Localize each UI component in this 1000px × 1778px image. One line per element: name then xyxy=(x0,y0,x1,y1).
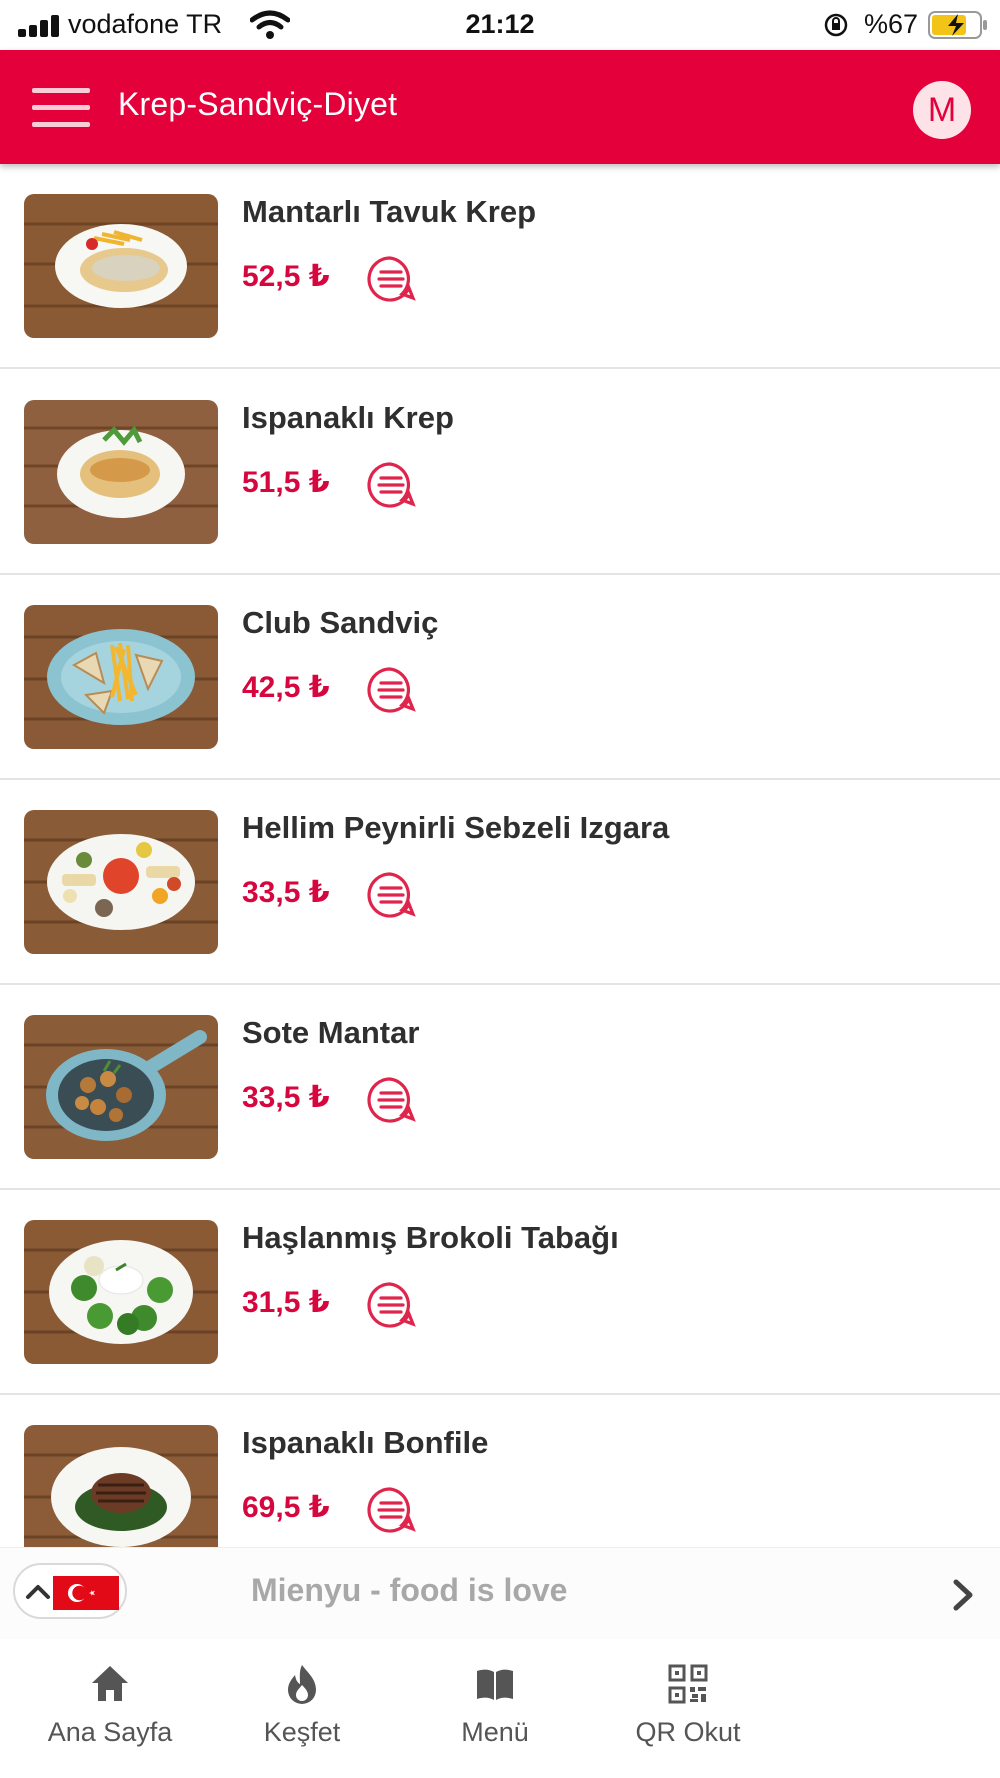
nav-label: Keşfet xyxy=(263,1717,341,1747)
menu-item[interactable]: Ispanaklı Krep 51,5 ₺ xyxy=(0,370,1000,575)
food-photo xyxy=(24,1015,218,1159)
item-name: Ispanaklı Krep xyxy=(242,400,454,435)
nav-label: QR Okut xyxy=(635,1717,741,1747)
item-details-icon[interactable] xyxy=(366,254,418,304)
turkey-flag-icon xyxy=(53,1576,119,1610)
language-selector[interactable] xyxy=(13,1563,127,1619)
menu-item[interactable]: Haşlanmış Brokoli Tabağı 31,5 ₺ xyxy=(0,1190,1000,1395)
hamburger-menu-icon[interactable] xyxy=(32,88,90,128)
nav-label: Ana Sayfa xyxy=(47,1717,173,1747)
menu-item-list: Mantarlı Tavuk Krep 52,5 ₺ Ispanaklı Kre… xyxy=(0,164,1000,1547)
menu-item[interactable]: Hellim Peynirli Sebzeli Izgara 33,5 ₺ xyxy=(0,780,1000,985)
item-name: Club Sandviç xyxy=(242,605,439,640)
menu-item[interactable]: Sote Mantar 33,5 ₺ xyxy=(0,985,1000,1190)
item-name: Mantarlı Tavuk Krep xyxy=(242,194,537,229)
nav-home[interactable]: Ana Sayfa xyxy=(10,1639,210,1778)
home-icon xyxy=(92,1666,128,1701)
nav-qr-scan[interactable]: QR Okut xyxy=(588,1639,788,1778)
menu-item[interactable]: Ispanaklı Bonfile 69,5 ₺ xyxy=(0,1395,1000,1547)
battery-charging-icon xyxy=(928,11,987,39)
food-photo xyxy=(24,810,218,954)
item-price: 51,5 ₺ xyxy=(242,466,330,499)
item-price: 33,5 ₺ xyxy=(242,876,330,909)
item-details-icon[interactable] xyxy=(366,870,418,920)
food-photo xyxy=(24,194,218,338)
item-name: Haşlanmış Brokoli Tabağı xyxy=(242,1220,619,1255)
footer-bar: Mienyu - food is love xyxy=(0,1547,1000,1639)
item-price: 69,5 ₺ xyxy=(242,1491,330,1524)
nav-discover[interactable]: Keşfet xyxy=(202,1639,402,1778)
item-details-icon[interactable] xyxy=(366,665,418,715)
food-photo xyxy=(24,605,218,749)
item-details-icon[interactable] xyxy=(366,1075,418,1125)
menu-item[interactable]: Mantarlı Tavuk Krep 52,5 ₺ xyxy=(0,164,1000,369)
item-name: Sote Mantar xyxy=(242,1015,420,1050)
food-photo xyxy=(24,400,218,544)
page-title: Krep-Sandviç-Diyet xyxy=(118,86,398,122)
item-price: 31,5 ₺ xyxy=(242,1286,330,1319)
battery-percent: %67 xyxy=(864,9,919,39)
item-details-icon[interactable] xyxy=(366,1485,418,1535)
food-photo xyxy=(24,1425,218,1547)
item-price: 42,5 ₺ xyxy=(242,671,330,704)
avatar[interactable]: M xyxy=(913,81,971,139)
flame-icon xyxy=(288,1665,316,1704)
rotation-lock-icon xyxy=(824,13,848,37)
brand-tagline: Mienyu - food is love xyxy=(251,1572,568,1608)
book-icon xyxy=(477,1669,513,1700)
item-name: Ispanaklı Bonfile xyxy=(242,1425,489,1460)
bottom-navigation: Ana Sayfa Keşfet Menü QR Okut xyxy=(0,1639,1000,1778)
food-photo xyxy=(24,1220,218,1364)
item-price: 33,5 ₺ xyxy=(242,1081,330,1114)
status-bar: vodafone TR 21:12 %67 xyxy=(0,0,1000,50)
menu-item[interactable]: Club Sandviç 42,5 ₺ xyxy=(0,575,1000,780)
clock: 21:12 xyxy=(465,9,535,39)
item-details-icon[interactable] xyxy=(366,1280,418,1330)
chevron-up-icon xyxy=(26,1585,50,1599)
qr-code-icon xyxy=(668,1664,708,1704)
app-header: Krep-Sandviç-Diyet M xyxy=(0,50,1000,164)
item-details-icon[interactable] xyxy=(366,460,418,510)
item-price: 52,5 ₺ xyxy=(242,260,330,293)
nav-menu[interactable]: Menü xyxy=(395,1639,595,1778)
nav-label: Menü xyxy=(461,1717,529,1747)
chevron-right-icon[interactable] xyxy=(948,1576,978,1614)
item-name: Hellim Peynirli Sebzeli Izgara xyxy=(242,810,670,845)
